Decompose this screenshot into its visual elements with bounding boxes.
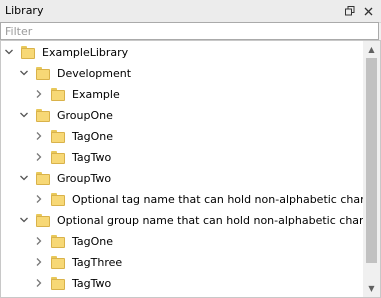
folder-icon	[51, 130, 65, 143]
chevron-down-icon[interactable]	[19, 215, 29, 225]
folder-icon	[21, 46, 35, 59]
scroll-thumb[interactable]	[366, 58, 377, 263]
vertical-scrollbar[interactable]: ▲ ▼	[363, 41, 380, 297]
tree-item-label: Example	[72, 88, 120, 101]
chevron-right-icon[interactable]	[34, 152, 44, 162]
chevron-down-icon[interactable]	[4, 47, 14, 57]
chevron-down-icon[interactable]	[19, 173, 29, 183]
tree-row[interactable]: TagTwo	[1, 274, 363, 294]
tree-item-label: TagThree	[72, 256, 123, 269]
folder-icon	[51, 151, 65, 164]
tree-item-label: Optional group name that can hold non-al…	[57, 214, 381, 227]
tree-row[interactable]: Development	[1, 64, 363, 84]
folder-icon	[36, 67, 50, 80]
library-panel: Library ExampleLibraryDevelopmentExample…	[0, 0, 381, 298]
tree-row[interactable]: Optional group name that can hold non-al…	[1, 211, 380, 231]
chevron-down-icon[interactable]	[19, 110, 29, 120]
library-tree[interactable]: ExampleLibrary Development Example GroupOne…	[0, 40, 381, 298]
panel-title: Library	[5, 4, 44, 17]
folder-icon	[51, 235, 65, 248]
panel-titlebar[interactable]: Library	[0, 0, 381, 23]
folder-icon	[51, 88, 65, 101]
tree-row[interactable]: TagThree	[1, 253, 363, 273]
tree-row[interactable]: TagOne	[1, 127, 363, 147]
folder-icon	[51, 277, 65, 290]
chevron-right-icon[interactable]	[34, 89, 44, 99]
filter-field[interactable]	[0, 22, 379, 40]
tree-row[interactable]: Optional tag name that can hold non-alph…	[1, 190, 380, 210]
folder-icon	[36, 109, 50, 122]
chevron-right-icon[interactable]	[34, 278, 44, 288]
folder-icon	[51, 256, 65, 269]
tree-item-label: ExampleLibrary	[42, 46, 129, 59]
tree-item-label: TagTwo	[72, 151, 112, 164]
tree-row[interactable]: GroupOne	[1, 106, 363, 126]
tree-item-label: TagTwo	[72, 277, 112, 290]
tree-row[interactable]: TagTwo	[1, 148, 363, 168]
tree-item-label: GroupTwo	[57, 172, 112, 185]
tree-row[interactable]: Example	[1, 85, 363, 105]
tree-row[interactable]: TagOne	[1, 232, 363, 252]
tree-item-label: TagOne	[72, 235, 114, 248]
scroll-up-arrow-icon[interactable]: ▲	[363, 41, 380, 58]
close-icon[interactable]	[361, 4, 375, 18]
folder-icon	[36, 214, 50, 227]
restore-icon[interactable]	[343, 4, 357, 18]
tree-item-label: TagOne	[72, 130, 114, 143]
folder-icon	[51, 193, 65, 206]
chevron-right-icon[interactable]	[34, 236, 44, 246]
folder-icon	[36, 172, 50, 185]
chevron-right-icon[interactable]	[34, 257, 44, 267]
tree-item-label: GroupOne	[57, 109, 113, 122]
filter-input[interactable]	[1, 23, 378, 39]
scroll-down-arrow-icon[interactable]: ▼	[363, 280, 380, 297]
tree-item-label: Development	[57, 67, 132, 80]
chevron-right-icon[interactable]	[34, 131, 44, 141]
chevron-down-icon[interactable]	[19, 68, 29, 78]
chevron-right-icon[interactable]	[34, 194, 44, 204]
tree-item-label: Optional tag name that can hold non-alph…	[72, 193, 381, 206]
tree-row[interactable]: ExampleLibrary	[1, 43, 363, 63]
tree-row[interactable]: GroupTwo	[1, 169, 363, 189]
